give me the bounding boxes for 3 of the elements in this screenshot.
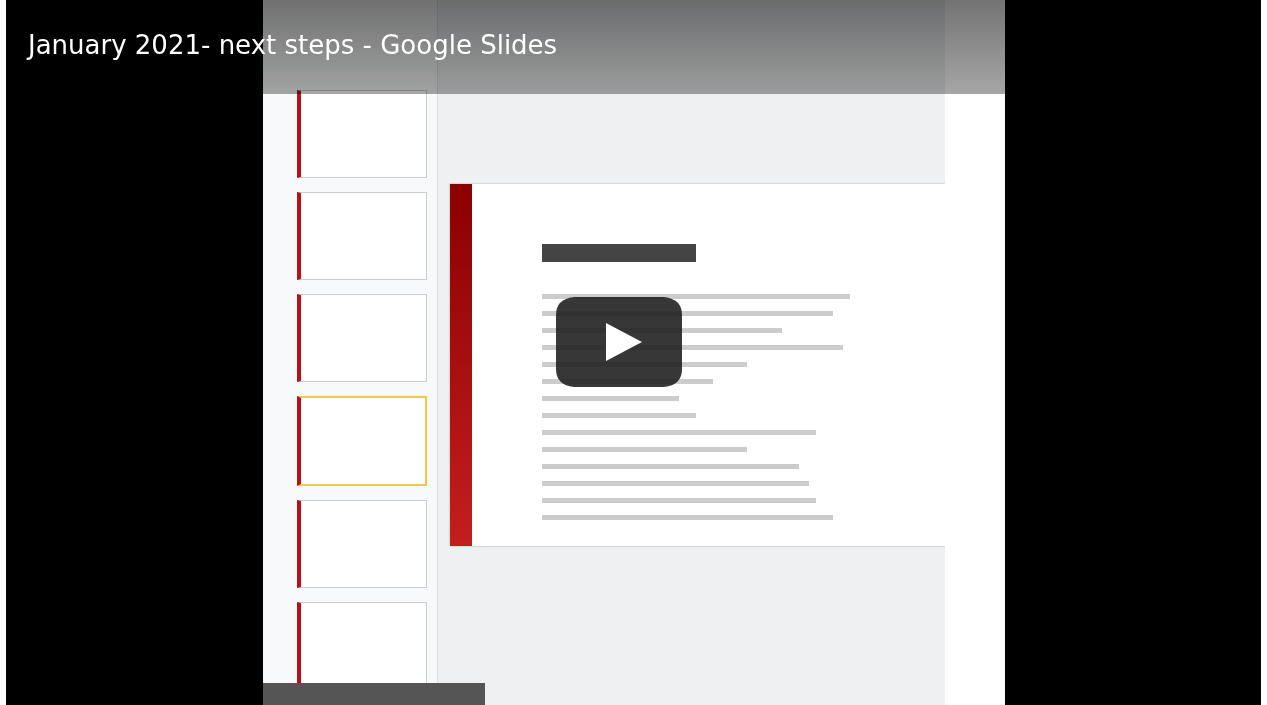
video-title[interactable]: January 2021- next steps - Google Slides: [28, 30, 558, 60]
video-player[interactable]: January 2021- next steps - Google Slides: [6, 0, 1261, 705]
play-icon[interactable]: [554, 295, 684, 389]
